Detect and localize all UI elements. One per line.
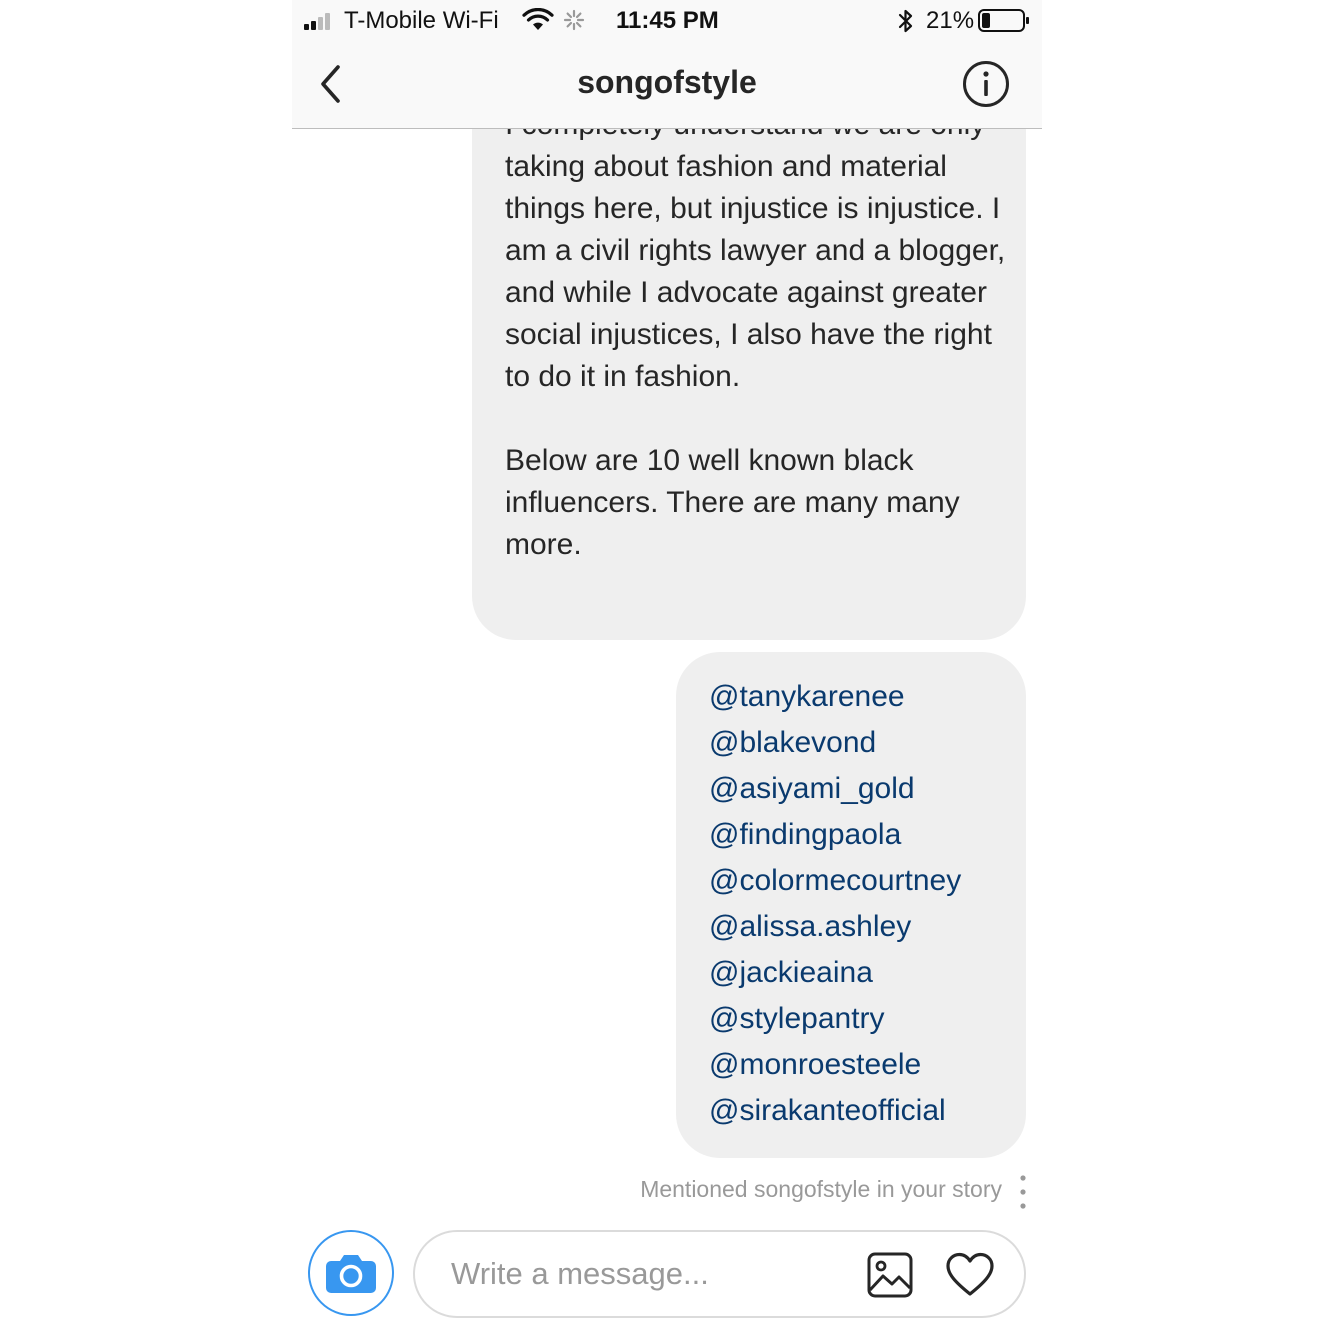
info-icon[interactable]: [962, 60, 1010, 108]
conversation-header: songofstyle: [292, 40, 1042, 129]
battery-percent: 21%: [926, 7, 975, 34]
message-paragraph: I completely understand we are only taki…: [505, 108, 1006, 393]
message-input[interactable]: [451, 1246, 841, 1302]
battery-icon: [978, 9, 1029, 32]
mention-link[interactable]: @stylepantry: [709, 996, 1026, 1042]
message-paragraph: Below are 10 well known black influencer…: [505, 444, 960, 561]
mention-link[interactable]: @monroesteele: [709, 1042, 1026, 1088]
app-screen: I completely understand we are only taki…: [292, 0, 1042, 1334]
mention-link[interactable]: @blakevond: [709, 720, 1026, 766]
mention-link[interactable]: @alissa.ashley: [709, 904, 1026, 950]
message-thread[interactable]: I completely understand we are only taki…: [292, 0, 1042, 1334]
wifi-icon: [522, 8, 554, 30]
status-bar: T-Mobile Wi-Fi 11:45 PM 21%: [292, 0, 1042, 40]
story-mention-note: Mentioned songofstyle in your story: [640, 1176, 1002, 1202]
message-composer[interactable]: [413, 1230, 1026, 1318]
heart-icon[interactable]: [945, 1252, 995, 1298]
mention-link[interactable]: @colormecourtney: [709, 858, 1026, 904]
status-time: 11:45 PM: [616, 7, 719, 34]
more-options-icon[interactable]: [1015, 1172, 1031, 1212]
mention-link[interactable]: @sirakanteofficial: [709, 1088, 1026, 1134]
bluetooth-icon: [898, 9, 913, 33]
activity-spinner-icon: [563, 9, 585, 31]
mention-link[interactable]: @asiyami_gold: [709, 766, 1026, 812]
mentions-bubble[interactable]: @tanykarenee @blakevond @asiyami_gold @f…: [676, 652, 1026, 1158]
mention-link[interactable]: @jackieaina: [709, 950, 1026, 996]
mention-link[interactable]: @tanykarenee: [709, 674, 1026, 720]
gallery-icon[interactable]: [867, 1252, 913, 1298]
camera-button[interactable]: [308, 1230, 394, 1316]
signal-icon: [304, 12, 338, 30]
camera-icon: [326, 1255, 376, 1293]
conversation-title[interactable]: songofstyle: [292, 64, 1042, 101]
message-bubble[interactable]: I completely understand we are only taki…: [472, 60, 1026, 640]
mention-link[interactable]: @findingpaola: [709, 812, 1026, 858]
carrier-name: T-Mobile Wi-Fi: [344, 7, 499, 34]
